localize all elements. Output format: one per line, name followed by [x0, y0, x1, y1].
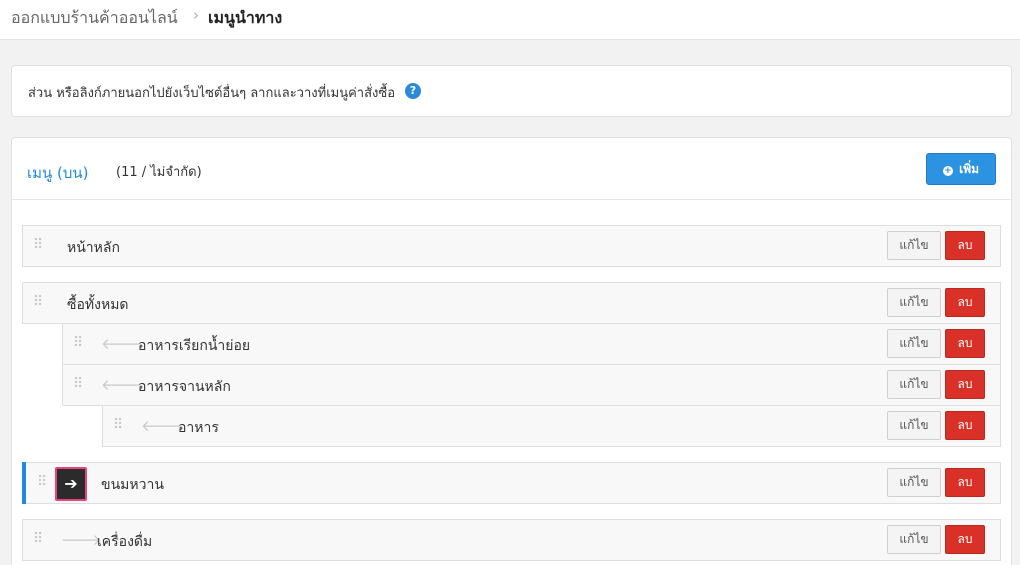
menu-item-label: เครื่องดื่ม	[97, 534, 153, 550]
menu-item-row-active[interactable]: ⠿ ➔ ขนมหวาน แก้ไข ลบ	[22, 462, 1001, 504]
delete-button[interactable]: ลบ	[945, 329, 985, 358]
delete-button[interactable]: ลบ	[945, 288, 985, 317]
active-indicator	[22, 462, 26, 504]
menu-panel: เมนู (บน) (11 / ไม่จำกัด) + เพิ่ม ⠿ หน้า…	[11, 137, 1012, 565]
menu-count: (11 / ไม่จำกัด)	[116, 165, 202, 180]
edit-button[interactable]: แก้ไข	[887, 288, 941, 317]
delete-button[interactable]: ลบ	[945, 370, 985, 399]
info-panel: ส่วน หรือลิงก์ภายนอกไปยังเว็บไซต์อื่นๆ ล…	[11, 65, 1012, 117]
menu-item-row[interactable]: ⠿ 🡐 อาหารเรียกน้ำย่อย แก้ไข ลบ	[62, 323, 1001, 365]
menu-item-row[interactable]: ⠿ 🡐 อาหาร แก้ไข ลบ	[102, 405, 1001, 447]
menu-item-label: อาหาร	[178, 420, 219, 436]
drag-handle-icon[interactable]: ⠿	[37, 474, 47, 490]
menu-item-label: ซื้อทั้งหมด	[67, 297, 129, 313]
arrow-left-icon[interactable]: 🡐	[101, 334, 141, 353]
edit-button[interactable]: แก้ไข	[887, 329, 941, 358]
breadcrumb-separator-icon: ›	[193, 6, 199, 24]
plus-circle-icon: +	[942, 166, 953, 176]
delete-button[interactable]: ลบ	[945, 231, 985, 260]
arrow-right-icon[interactable]: 🡒	[61, 530, 101, 549]
page-title: เมนูนำทาง	[208, 8, 283, 27]
menu-item-row[interactable]: ⠿ 🡒 เครื่องดื่ม แก้ไข ลบ	[22, 519, 1001, 561]
drag-handle-icon[interactable]: ⠿	[33, 531, 43, 547]
edit-button[interactable]: แก้ไข	[887, 370, 941, 399]
delete-button[interactable]: ลบ	[945, 468, 985, 497]
edit-button[interactable]: แก้ไข	[887, 411, 941, 440]
arrow-left-icon[interactable]: 🡐	[101, 375, 141, 394]
arrow-left-icon[interactable]: 🡐	[141, 416, 181, 435]
arrow-right-icon[interactable]: ➔	[55, 467, 87, 501]
drag-handle-icon[interactable]: ⠿	[113, 417, 123, 433]
edit-button[interactable]: แก้ไข	[887, 231, 941, 260]
drag-handle-icon[interactable]: ⠿	[73, 376, 83, 392]
drag-handle-icon[interactable]: ⠿	[33, 294, 43, 310]
edit-button[interactable]: แก้ไข	[887, 468, 941, 497]
drag-handle-icon[interactable]: ⠿	[33, 237, 43, 253]
menu-item-row[interactable]: ⠿ หน้าหลัก แก้ไข ลบ	[22, 225, 1001, 267]
edit-button[interactable]: แก้ไข	[887, 525, 941, 554]
menu-item-row[interactable]: ⠿ 🡐 อาหารจานหลัก แก้ไข ลบ	[62, 364, 1001, 406]
menu-item-label: อาหารจานหลัก	[138, 379, 231, 395]
drag-handle-icon[interactable]: ⠿	[73, 335, 83, 351]
breadcrumb-parent-link[interactable]: ออกแบบร้านค้าออนไลน์	[11, 6, 178, 31]
menu-item-row[interactable]: ⠿ ซื้อทั้งหมด แก้ไข ลบ	[22, 282, 1001, 324]
menu-item-label: อาหารเรียกน้ำย่อย	[138, 338, 251, 354]
menu-title: เมนู (บน)	[27, 164, 89, 182]
menu-item-label: หน้าหลัก	[67, 240, 120, 256]
add-menu-button[interactable]: + เพิ่ม	[926, 153, 996, 185]
delete-button[interactable]: ลบ	[945, 411, 985, 440]
info-text: ส่วน หรือลิงก์ภายนอกไปยังเว็บไซต์อื่นๆ ล…	[28, 86, 396, 101]
question-circle-icon[interactable]: ?	[405, 83, 421, 99]
add-menu-label: เพิ่ม	[959, 162, 980, 176]
menu-item-label: ขนมหวาน	[101, 477, 164, 493]
top-bar: ออกแบบร้านค้าออนไลน์ › เมนูนำทาง	[0, 0, 1020, 40]
delete-button[interactable]: ลบ	[945, 525, 985, 554]
menu-header: เมนู (บน) (11 / ไม่จำกัด) + เพิ่ม	[12, 138, 1011, 200]
